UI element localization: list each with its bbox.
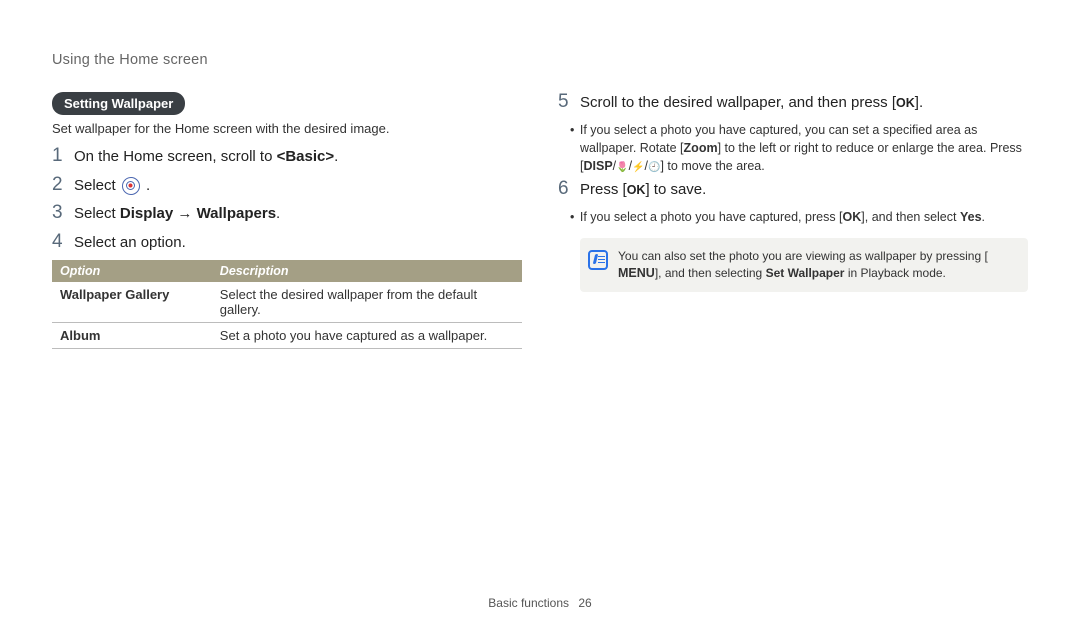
step-text: Press [OK] to save. xyxy=(580,179,706,202)
note-box: You can also set the photo you are viewi… xyxy=(580,238,1028,292)
page-header: Using the Home screen xyxy=(52,52,1028,68)
step: 4Select an option. xyxy=(52,232,522,255)
step-text: Select Display → Wallpapers. xyxy=(74,203,280,226)
wallpaper-target-icon xyxy=(122,177,140,195)
step: 3Select Display → Wallpapers. xyxy=(52,203,522,226)
step-number: 1 xyxy=(52,146,74,165)
step-number: 5 xyxy=(558,92,580,111)
nav-glyph-icon: ⚡ xyxy=(632,162,644,173)
table-row: Wallpaper GallerySelect the desired wall… xyxy=(52,282,522,323)
option-name: Album xyxy=(52,323,212,349)
step: 5Scroll to the desired wallpaper, and th… xyxy=(558,92,1028,115)
step-number: 3 xyxy=(52,203,74,222)
step-text: Scroll to the desired wallpaper, and the… xyxy=(580,92,923,115)
table-header-description: Description xyxy=(212,260,522,282)
nav-glyph-icon: 🌷 xyxy=(616,162,628,173)
left-column: Setting Wallpaper Set wallpaper for the … xyxy=(52,92,522,349)
option-name: Wallpaper Gallery xyxy=(52,282,212,323)
step-number: 4 xyxy=(52,232,74,251)
footer-section: Basic functions xyxy=(488,596,569,610)
content-columns: Setting Wallpaper Set wallpaper for the … xyxy=(52,92,1028,349)
step-number: 6 xyxy=(558,179,580,198)
page-footer: Basic functions 26 xyxy=(0,596,1080,610)
step: 1On the Home screen, scroll to <Basic>. xyxy=(52,146,522,169)
note-icon xyxy=(588,250,608,270)
table-row: AlbumSet a photo you have captured as a … xyxy=(52,323,522,349)
step-number: 2 xyxy=(52,175,74,194)
step-sub: If you select a photo you have captured,… xyxy=(580,208,1028,226)
step-text: Select an option. xyxy=(74,232,186,255)
step: 2Select . xyxy=(52,175,522,198)
note-text: You can also set the photo you are viewi… xyxy=(618,248,1016,282)
step: 6Press [OK] to save. xyxy=(558,179,1028,202)
option-desc: Set a photo you have captured as a wallp… xyxy=(212,323,522,349)
option-desc: Select the desired wallpaper from the de… xyxy=(212,282,522,323)
ok-button-label: OK xyxy=(896,94,915,113)
ok-button-label: OK xyxy=(627,181,646,200)
table-header-option: Option xyxy=(52,260,212,282)
options-table: Option Description Wallpaper GallerySele… xyxy=(52,260,522,349)
section-title: Setting Wallpaper xyxy=(52,92,185,115)
right-column: 5Scroll to the desired wallpaper, and th… xyxy=(558,92,1028,349)
section-intro: Set wallpaper for the Home screen with t… xyxy=(52,121,522,136)
footer-page-number: 26 xyxy=(578,596,591,610)
step-sub: If you select a photo you have captured,… xyxy=(580,121,1028,176)
menu-button-label: MENU xyxy=(618,265,655,283)
nav-glyph-icon: 🕘 xyxy=(648,162,660,173)
ok-button-label: OK xyxy=(843,208,862,226)
disp-button-label: DISP xyxy=(583,157,612,175)
step-text: On the Home screen, scroll to <Basic>. xyxy=(74,146,338,169)
step-text: Select . xyxy=(74,175,150,198)
